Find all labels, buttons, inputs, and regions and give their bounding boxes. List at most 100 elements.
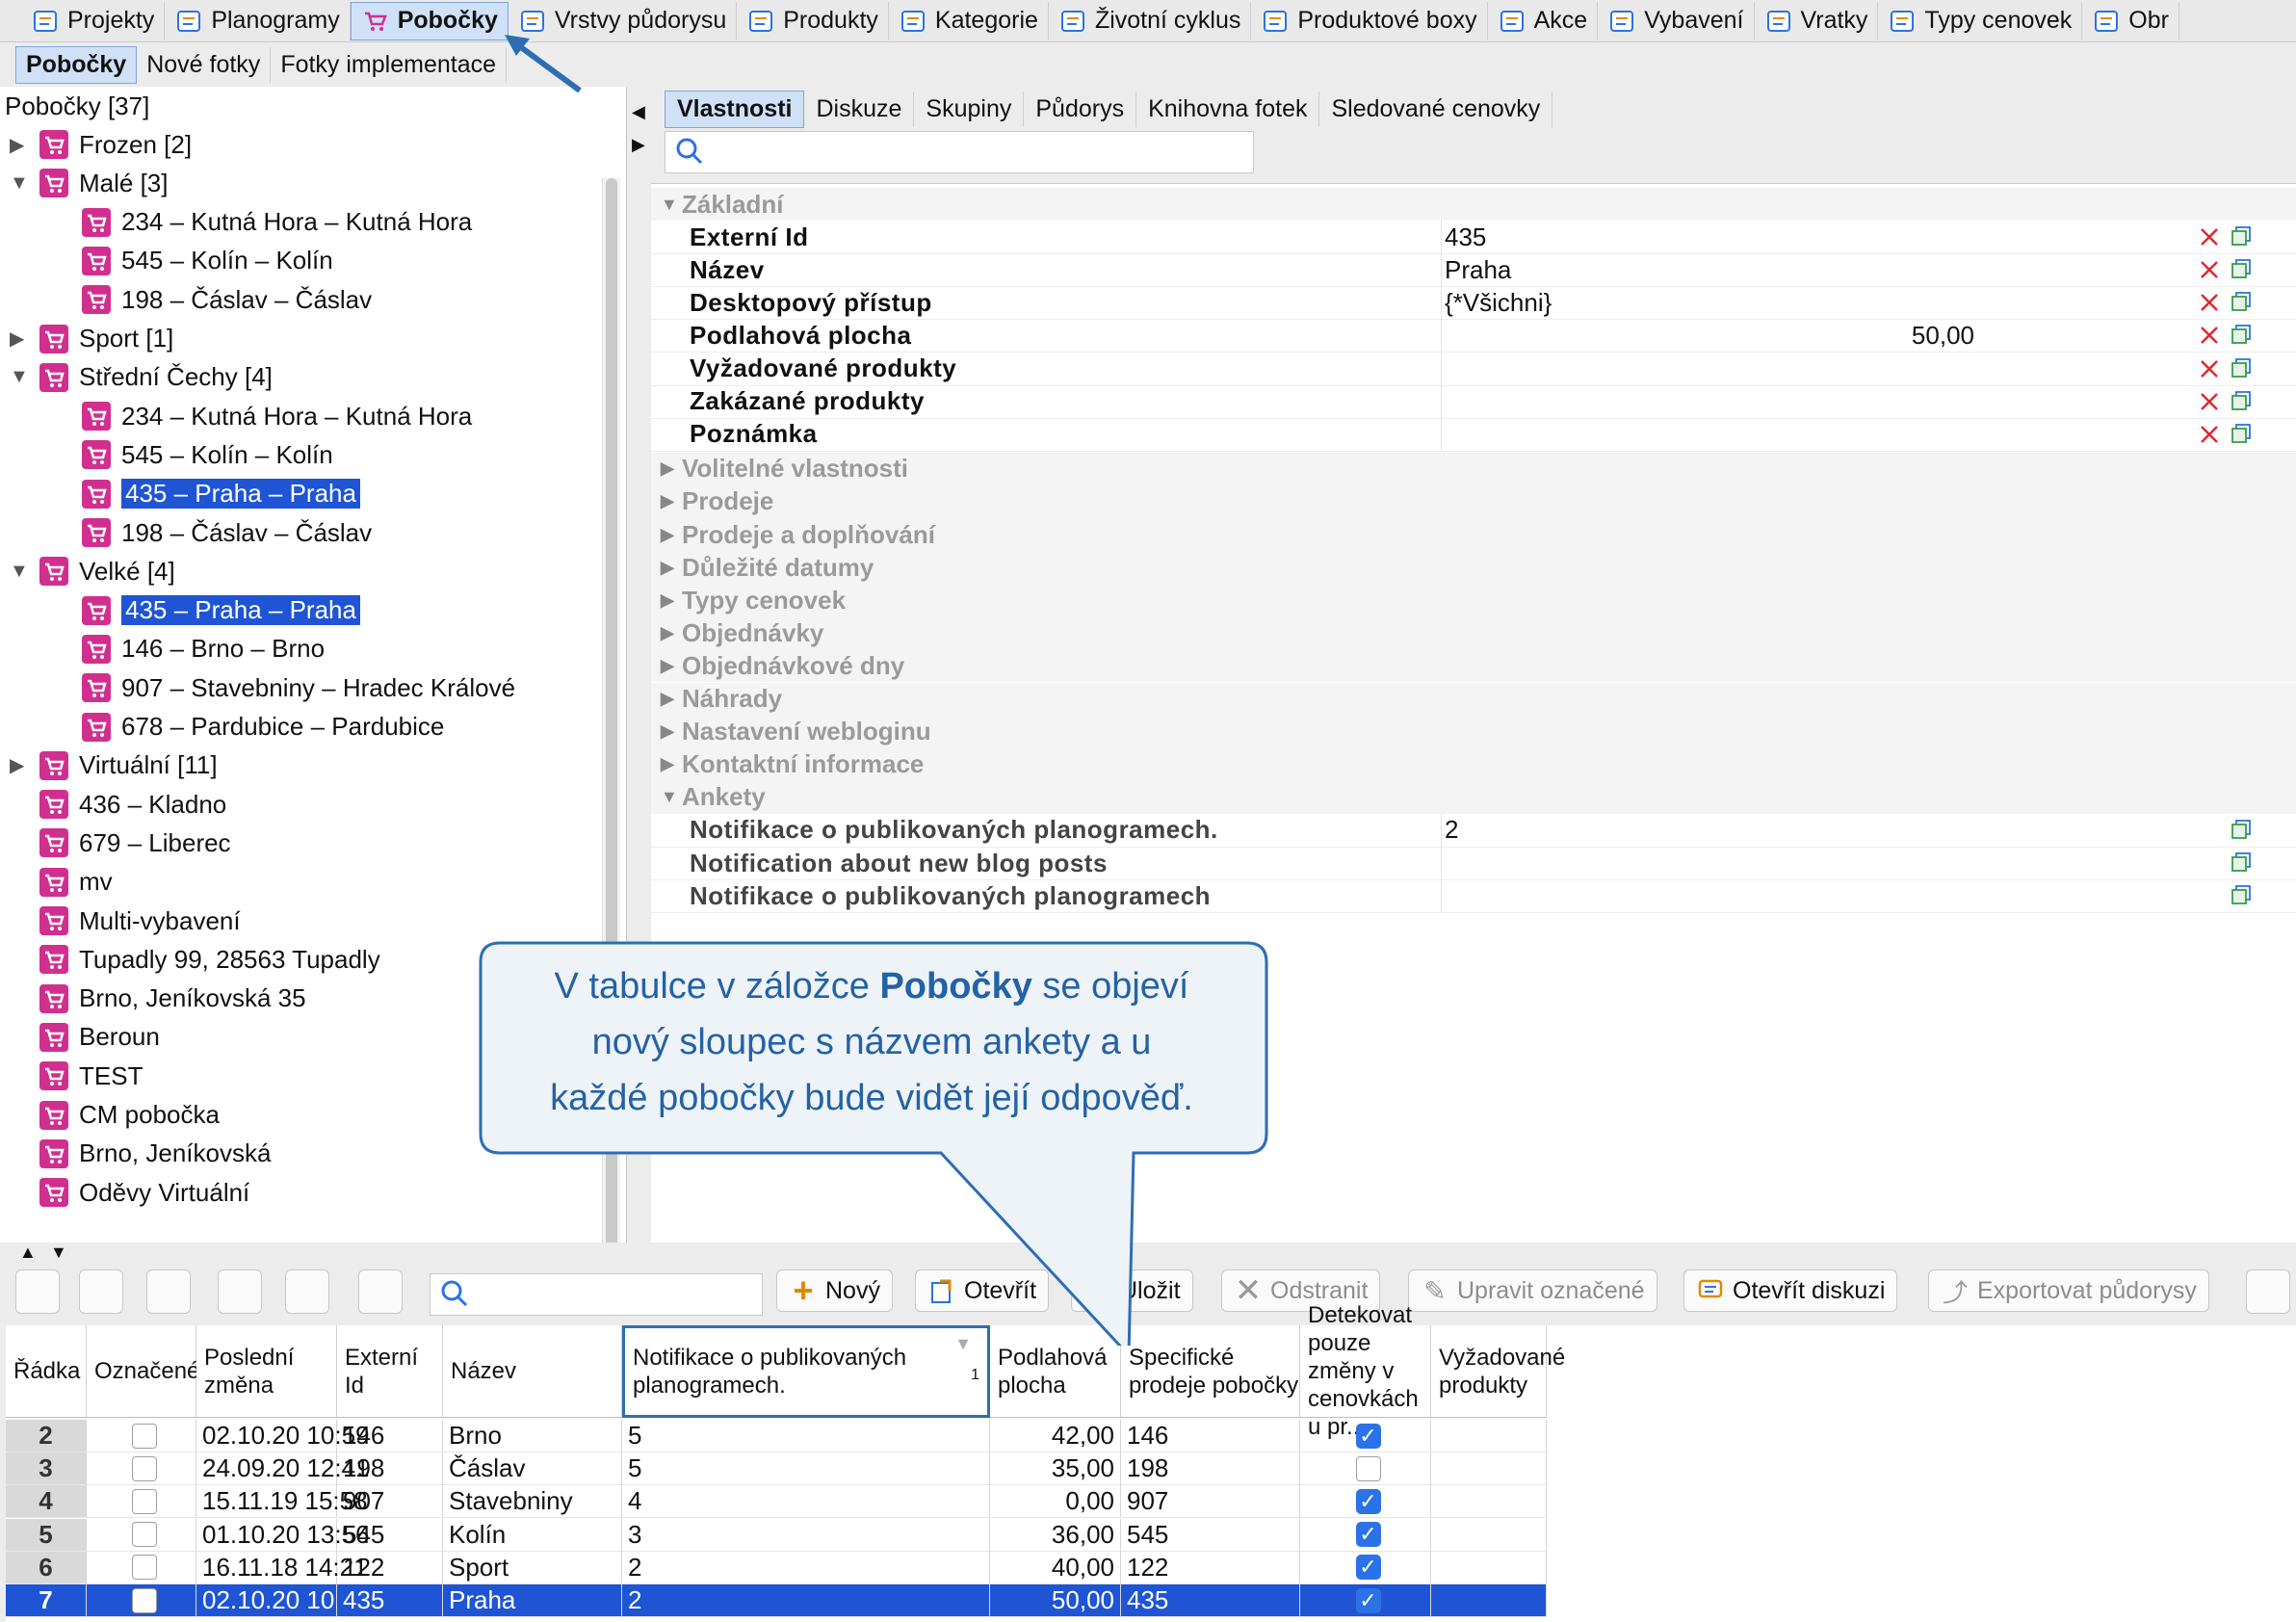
table-cell[interactable]: 16.11.18 14:21 bbox=[196, 1551, 368, 1584]
properties-search-input[interactable] bbox=[665, 131, 1254, 173]
tree-item[interactable]: mv bbox=[10, 863, 113, 902]
clear-icon[interactable] bbox=[2198, 357, 2221, 380]
chevron-right-icon[interactable]: ▶ bbox=[661, 721, 682, 742]
nav-shelf-tab[interactable]: Vybavení bbox=[1598, 1, 1755, 40]
tree-item[interactable]: TEST bbox=[10, 1057, 143, 1095]
nav-cycle-tab[interactable]: Životní cyklus bbox=[1049, 1, 1252, 40]
table-cell[interactable]: 36,00 bbox=[990, 1518, 1121, 1552]
clear-icon[interactable] bbox=[2198, 423, 2221, 446]
list-icon[interactable] bbox=[285, 1269, 329, 1314]
copy-icon[interactable] bbox=[2231, 324, 2252, 345]
table-cell[interactable]: 15.11.19 15:58 bbox=[196, 1485, 368, 1519]
row-checkbox[interactable] bbox=[131, 1423, 157, 1449]
table-cell[interactable]: 3 bbox=[6, 1452, 87, 1486]
property-row[interactable]: Desktopový přístup {*Všichni} bbox=[651, 286, 2296, 321]
nav-return-tab[interactable]: Vratky bbox=[1755, 1, 1879, 40]
property-group[interactable]: ▶ Volitelné vlastnosti bbox=[651, 452, 2296, 485]
table-cell[interactable] bbox=[1431, 1551, 1547, 1584]
nav-clock-tab[interactable]: Akce bbox=[1488, 1, 1599, 40]
copy-icon[interactable] bbox=[2231, 291, 2252, 312]
chevron-down-icon[interactable]: ▼ bbox=[661, 787, 682, 807]
tree-item[interactable]: ▶ Virtuální [11] bbox=[10, 746, 218, 785]
chevron-right-icon[interactable]: ▶ bbox=[661, 491, 682, 511]
chevron-down-icon[interactable]: ▼ bbox=[661, 195, 682, 215]
tree-item[interactable]: Beroun bbox=[10, 1018, 160, 1057]
property-group[interactable]: ▶ Prodeje a doplňování bbox=[651, 518, 2296, 551]
tree-item[interactable]: ▶ Sport [1] bbox=[10, 320, 173, 358]
subtab-nove-fotky[interactable]: Nové fotky bbox=[137, 46, 272, 83]
property-group[interactable]: ▶ Nastavení webloginu bbox=[651, 715, 2296, 748]
table-cell[interactable]: 907 bbox=[337, 1485, 443, 1519]
tab-0[interactable]: Vlastnosti bbox=[665, 90, 805, 128]
table-cell[interactable]: 146 bbox=[1121, 1420, 1300, 1452]
tree-item[interactable]: 435 – Praha – Praha bbox=[81, 475, 360, 513]
checkbox-checked-icon[interactable]: ✓ bbox=[1355, 1522, 1381, 1548]
table-cell[interactable] bbox=[87, 1420, 196, 1452]
nav-list-tab[interactable]: Projekty bbox=[21, 1, 166, 40]
table-cell[interactable]: Kolín bbox=[443, 1518, 622, 1552]
table-cell[interactable]: 4 bbox=[6, 1485, 87, 1519]
property-value[interactable]: 435 bbox=[1445, 222, 1486, 252]
table-cell[interactable]: 146 bbox=[337, 1420, 443, 1452]
table-cell[interactable]: 01.10.20 13:56 bbox=[196, 1518, 370, 1552]
property-value[interactable]: 2 bbox=[1445, 815, 1458, 845]
nav-boxes-tab[interactable]: Produktové boxy bbox=[1251, 1, 1488, 40]
table-cell[interactable]: 3 bbox=[622, 1518, 990, 1552]
copy-icon[interactable] bbox=[2231, 851, 2252, 873]
table-cell[interactable]: 0,00 bbox=[990, 1485, 1121, 1519]
tree-item[interactable]: ▼ Velké [4] bbox=[10, 552, 175, 590]
table-cell[interactable] bbox=[87, 1551, 196, 1584]
expand-down-icon[interactable]: ▼ bbox=[50, 1243, 67, 1263]
copy-icon[interactable] bbox=[79, 1269, 123, 1314]
chevron-right-icon[interactable]: ▶ bbox=[661, 458, 682, 479]
table-cell[interactable]: 545 bbox=[337, 1518, 443, 1552]
table-cell[interactable]: 435 bbox=[337, 1584, 443, 1617]
chevron-down-icon[interactable]: ▼ bbox=[10, 561, 31, 583]
property-row[interactable]: Zakázané produkty bbox=[651, 384, 2296, 419]
property-value[interactable]: Praha bbox=[1445, 255, 1511, 285]
tree-item[interactable]: 234 – Kutná Hora – Kutná Hora bbox=[81, 397, 472, 435]
tree-item[interactable]: Multi-vybavení bbox=[10, 902, 241, 940]
clipboard-icon[interactable] bbox=[358, 1269, 403, 1314]
table-cell[interactable]: 50,00 bbox=[990, 1584, 1121, 1617]
clear-icon[interactable] bbox=[2198, 390, 2221, 413]
chevron-right-icon[interactable]: ▶ bbox=[661, 558, 682, 578]
table-cell[interactable]: ✓ bbox=[1300, 1485, 1431, 1519]
row-checkbox[interactable] bbox=[131, 1488, 157, 1514]
column-header[interactable]: Poslední změna bbox=[196, 1325, 337, 1418]
checkbox-unchecked[interactable] bbox=[1355, 1455, 1381, 1481]
table-cell[interactable]: Sport bbox=[443, 1551, 622, 1584]
row-checkbox[interactable] bbox=[131, 1455, 157, 1481]
tree-root[interactable]: Pobočky [37] bbox=[5, 87, 149, 125]
property-group[interactable]: ▶ Typy cenovek bbox=[651, 584, 2296, 617]
property-group[interactable]: ▼ Ankety bbox=[651, 780, 2296, 814]
copy-icon[interactable] bbox=[2231, 390, 2252, 411]
copy-icon[interactable] bbox=[2231, 819, 2252, 840]
table-cell[interactable]: ✓ bbox=[1300, 1551, 1431, 1584]
table-cell[interactable]: 198 bbox=[1121, 1452, 1300, 1486]
property-group[interactable]: ▶ Objednávky bbox=[651, 616, 2296, 650]
column-header[interactable]: Označené bbox=[87, 1325, 199, 1418]
column-header[interactable]: Detekovat pouze změny v cenovkách u pr..… bbox=[1300, 1302, 1431, 1440]
table-cell[interactable]: Praha bbox=[443, 1584, 622, 1617]
help-icon[interactable] bbox=[146, 1269, 191, 1314]
clear-icon[interactable] bbox=[2198, 291, 2221, 314]
property-group[interactable]: ▼ Základní bbox=[651, 188, 2296, 221]
tree-item[interactable]: ▼ Malé [3] bbox=[10, 164, 169, 202]
property-row[interactable]: Externí Id 435 bbox=[651, 221, 2296, 255]
tree-item[interactable]: 435 – Praha – Praha bbox=[81, 591, 360, 630]
row-checkbox[interactable] bbox=[131, 1587, 157, 1613]
table-cell[interactable] bbox=[1431, 1584, 1547, 1617]
edit-icon[interactable] bbox=[2246, 1269, 2290, 1314]
table-cell[interactable]: 02.10.20 10:59 bbox=[196, 1420, 370, 1452]
property-value[interactable]: 50,00 bbox=[1912, 321, 1974, 351]
clear-icon[interactable] bbox=[2198, 225, 2221, 249]
property-row[interactable]: Notification about new blog posts bbox=[651, 847, 2296, 880]
checkbox-checked-icon[interactable]: ✓ bbox=[1355, 1488, 1381, 1514]
tree-item[interactable]: Brno, Jeníkovská bbox=[10, 1135, 271, 1173]
copy-icon[interactable] bbox=[2231, 225, 2252, 247]
column-header[interactable]: Externí Id bbox=[337, 1325, 443, 1418]
chevron-right-icon[interactable]: ▶ bbox=[10, 753, 31, 777]
table-cell[interactable] bbox=[87, 1584, 196, 1617]
tab-2[interactable]: Skupiny bbox=[914, 91, 1025, 127]
